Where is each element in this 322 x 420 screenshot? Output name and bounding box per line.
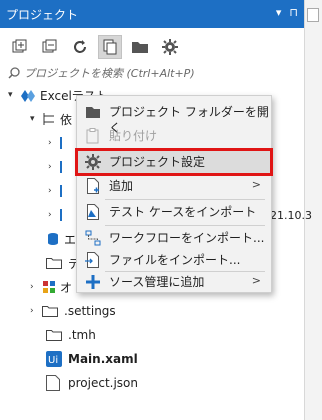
tree-item-label: Main.xaml [68, 352, 138, 366]
project-search-input[interactable]: プロジェクトを検索 (Ctrl+Alt+P) [8, 64, 296, 82]
gear-icon [162, 39, 178, 55]
tree-item-label: 依 [60, 112, 73, 127]
chevron-right-icon[interactable]: › [48, 138, 60, 148]
file-import-icon [85, 252, 99, 268]
gear-icon [85, 154, 101, 170]
chevron-right-icon[interactable]: › [48, 210, 60, 220]
expand-all-icon [12, 39, 27, 53]
show-all-files-button[interactable] [98, 35, 122, 59]
project-icon [21, 90, 35, 102]
menu-item-add-source-control[interactable]: ソース管理に追加 > [77, 270, 271, 294]
tree-item-dep-2[interactable]: › [48, 156, 62, 178]
plus-icon [86, 275, 100, 289]
chevron-right-icon[interactable]: › [48, 186, 60, 196]
package-icon [60, 161, 62, 173]
dependencies-icon [43, 113, 54, 125]
tree-item-entities[interactable]: エ [46, 228, 76, 250]
pin-icon[interactable]: ⊓ [289, 6, 298, 19]
chevron-right-icon[interactable]: › [30, 282, 42, 292]
refresh-button[interactable] [68, 35, 92, 59]
xaml-file-icon: Ui [46, 351, 62, 367]
folder-icon [42, 306, 58, 317]
test-import-icon [87, 204, 99, 220]
svg-text:Ui: Ui [48, 355, 58, 366]
chevron-right-icon: > [251, 274, 261, 287]
folder-icon [46, 330, 62, 341]
side-tab-icon[interactable] [307, 8, 319, 22]
settings-button[interactable] [158, 35, 182, 59]
database-icon [48, 233, 58, 245]
chevron-down-icon[interactable]: ▾ [30, 114, 42, 124]
version-text: 21.10.3 [270, 208, 312, 222]
file-icon [46, 375, 60, 391]
collapse-all-button[interactable] [38, 35, 62, 59]
tree-item-label: .tmh [68, 328, 96, 342]
tree-item-dep-3[interactable]: › [48, 180, 62, 202]
tree-item-tmh[interactable]: .tmh [46, 324, 96, 346]
menu-item-open-folder[interactable]: プロジェクト フォルダーを開く [77, 100, 271, 135]
tree-item-tests[interactable]: テ [46, 252, 80, 274]
menu-item-project-settings[interactable]: プロジェクト設定 [75, 148, 273, 176]
tree-item-label: エ [64, 232, 77, 247]
expand-all-button[interactable] [8, 35, 32, 59]
panel-title: プロジェクト [6, 7, 79, 22]
tree-item-main-xaml[interactable]: Ui Main.xaml [46, 348, 138, 370]
folder-open-icon [86, 107, 100, 118]
menu-item-import-workflow[interactable]: ワークフローをインポート... [77, 226, 271, 250]
chevron-right-icon: > [251, 178, 261, 191]
project-toolbar [8, 34, 182, 60]
search-icon [8, 67, 20, 79]
dropdown-icon[interactable]: ▾ [276, 6, 282, 19]
menu-item-add[interactable]: 追加 > [77, 174, 271, 198]
tree-item-label: project.json [68, 376, 138, 390]
open-folder-button[interactable] [128, 35, 152, 59]
tree-item-dep-1[interactable]: › [48, 132, 62, 154]
folder-icon [132, 42, 148, 53]
menu-item-import-test-cases[interactable]: テスト ケースをインポート [77, 200, 271, 224]
collapse-all-icon [42, 39, 57, 53]
tree-item-project-json[interactable]: project.json [46, 372, 138, 394]
workflow-import-icon [85, 230, 101, 246]
search-placeholder: プロジェクトを検索 (Ctrl+Alt+P) [24, 67, 195, 80]
context-menu: プロジェクト フォルダーを開く 貼り付け プロジェクト設定 追加 > テスト ケ… [75, 95, 273, 294]
tree-item-settings[interactable]: › .settings [30, 300, 116, 322]
add-file-icon [87, 178, 99, 194]
package-icon [60, 185, 62, 197]
chevron-right-icon[interactable]: › [48, 162, 60, 172]
package-icon [60, 209, 62, 221]
tree-item-dependencies[interactable]: ▾ 依 [30, 108, 72, 130]
menu-item-import-file[interactable]: ファイルをインポート... [77, 248, 271, 272]
tree-item-label: オ [60, 280, 73, 295]
refresh-icon [74, 40, 86, 53]
objects-icon [43, 281, 55, 293]
panel-titlebar: プロジェクト ▾ ⊓ [0, 0, 304, 28]
tree-item-objects[interactable]: › オ [30, 276, 72, 298]
tree-item-label: .settings [64, 304, 116, 318]
chevron-down-icon[interactable]: ▾ [8, 90, 20, 100]
tree-item-dep-4[interactable]: › [48, 204, 62, 226]
show-all-files-icon [103, 39, 117, 55]
chevron-right-icon[interactable]: › [30, 306, 42, 316]
folder-icon [46, 258, 62, 269]
package-icon [60, 137, 62, 149]
paste-icon [86, 128, 99, 144]
menu-item-paste[interactable]: 貼り付け [77, 124, 271, 148]
